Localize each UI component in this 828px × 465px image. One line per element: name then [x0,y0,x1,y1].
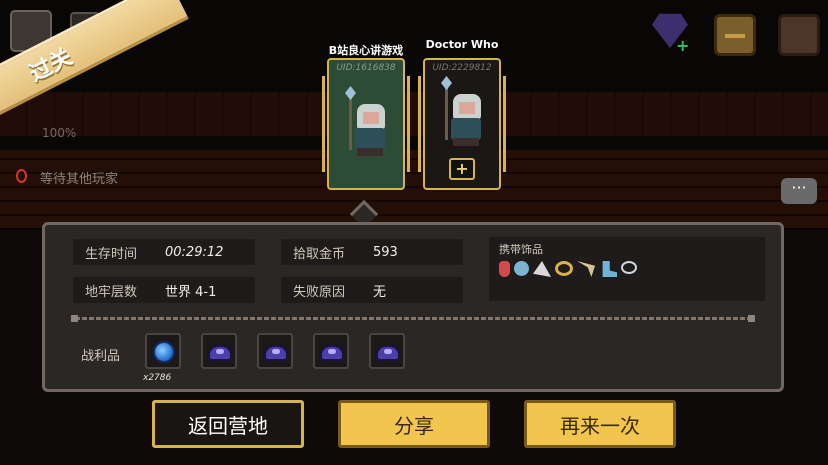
fail-reason-row: 失败原因 无 [281,277,463,303]
share-button[interactable]: 分享 [338,400,490,448]
gold-row: 拾取金币 593 [281,239,463,265]
necklace-icon[interactable] [621,261,637,274]
loot-count: x2786 [143,373,172,383]
settings-case-icon[interactable] [778,14,820,56]
boot-icon[interactable] [602,261,617,277]
player-slot-1: B站良心讲游戏 UID:1616838 [322,28,410,190]
loot-slot-1[interactable]: x2786 [143,333,181,383]
chest-icon[interactable] [714,14,756,56]
recording-icon [16,169,27,183]
accessories-title: 携带饰品 [499,243,543,256]
player-card: UID:2229812 + [418,58,506,190]
wizard-character-icon [439,76,487,154]
player-slot-2: Doctor Who UID:2229812 + [418,28,506,190]
add-gem-icon[interactable]: + [676,36,689,55]
red-charm-icon[interactable] [499,261,510,277]
fang-icon[interactable] [533,261,551,277]
horn-icon[interactable] [577,261,595,277]
play-again-button[interactable]: 再来一次 [524,400,676,448]
player-uid: UID:1616838 [336,63,396,73]
purple-material-icon [208,345,232,361]
loot-slot-2[interactable] [201,333,237,369]
return-to-camp-button[interactable]: 返回营地 [152,400,304,448]
purple-material-icon [376,345,400,361]
fail-reason-value: 无 [373,284,387,300]
survival-time-value: 00:29:12 [165,244,224,260]
survival-time-row: 生存时间 00:29:12 [73,239,255,265]
survival-time-label: 生存时间 [85,246,138,262]
loot-slot-5[interactable] [369,333,405,369]
loot-label: 战利品 [81,349,121,364]
add-friend-button[interactable]: + [449,158,475,180]
gold-ring-icon[interactable] [555,261,573,276]
accessories-list [489,257,765,277]
waiting-text: 等待其他玩家 [40,172,119,187]
chat-icon[interactable]: ··· [781,178,817,204]
loot-slot-4[interactable] [313,333,349,369]
player-uid: UID:2229812 [432,63,492,73]
player-name: Doctor Who [425,38,499,51]
section-divider [71,315,755,322]
shield-charm-icon[interactable] [514,261,529,276]
results-panel: 生存时间 00:29:12 地牢层数 世界 4-1 拾取金币 593 失败原因 … [42,222,784,392]
player-name: B站良心讲游戏 [328,44,404,57]
accessories-box: 携带饰品 [489,237,765,301]
progress-text: 100% [42,126,77,140]
purple-material-icon [320,345,344,361]
dungeon-level-row: 地牢层数 世界 4-1 [73,277,255,303]
dungeon-level-label: 地牢层数 [85,284,138,300]
wizard-character-icon [343,86,391,164]
gold-label: 拾取金币 [293,246,346,262]
player-card: UID:1616838 [322,58,410,190]
gold-value: 593 [373,244,398,260]
loot-slot-3[interactable] [257,333,293,369]
dungeon-level-value: 世界 4-1 [165,284,217,300]
purple-material-icon [264,345,288,361]
blue-gem-coin-icon [153,341,175,363]
fail-reason-label: 失败原因 [293,284,346,300]
